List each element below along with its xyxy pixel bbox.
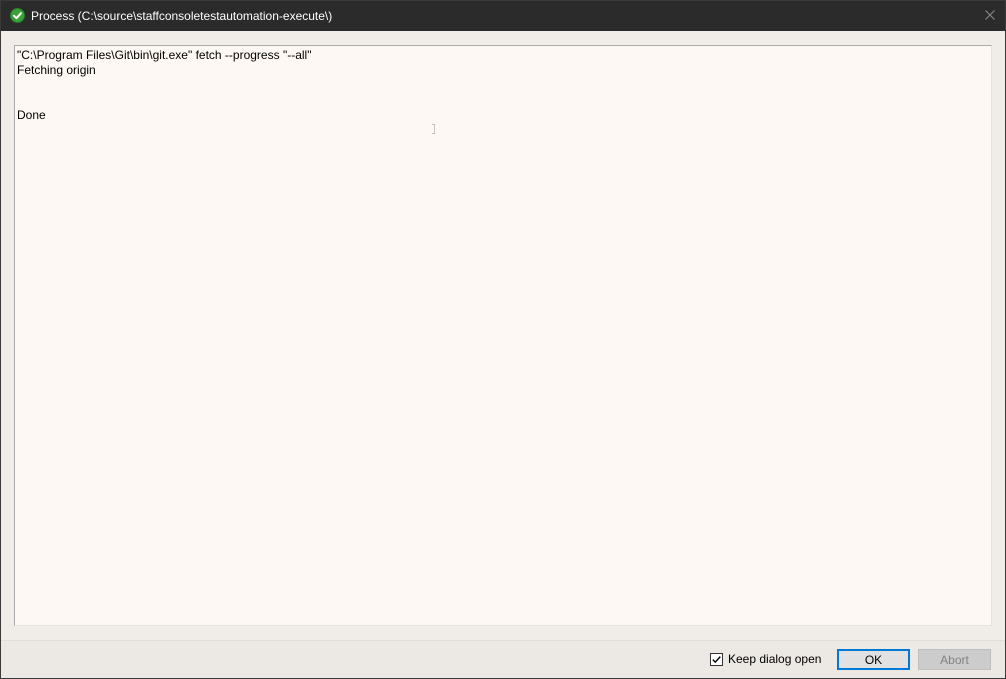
output-line-command: "C:\Program Files\Git\bin\git.exe" fetch… xyxy=(17,48,312,62)
dialog-content: "C:\Program Files\Git\bin\git.exe" fetch… xyxy=(1,31,1005,640)
process-dialog: Process (C:\source\staffconsoletestautom… xyxy=(0,0,1006,679)
output-line-done: Done xyxy=(17,108,46,122)
close-icon xyxy=(985,7,995,25)
title-bar[interactable]: Process (C:\source\staffconsoletestautom… xyxy=(1,1,1005,31)
keep-dialog-open-label: Keep dialog open xyxy=(728,652,822,666)
process-output[interactable]: "C:\Program Files\Git\bin\git.exe" fetch… xyxy=(14,45,992,626)
output-line-fetching: Fetching origin xyxy=(17,63,96,77)
close-button[interactable] xyxy=(975,1,1005,31)
text-caret xyxy=(432,124,435,134)
keep-dialog-open-checkbox[interactable]: Keep dialog open xyxy=(710,651,821,667)
checkmark-icon xyxy=(712,655,721,663)
window-title: Process (C:\source\staffconsoletestautom… xyxy=(31,9,333,23)
ok-button[interactable]: OK xyxy=(837,649,910,670)
checkbox-box[interactable] xyxy=(710,652,723,666)
dialog-footer: Keep dialog open OK Abort xyxy=(1,640,1005,678)
abort-button[interactable]: Abort xyxy=(918,649,991,670)
success-check-icon xyxy=(10,8,25,23)
